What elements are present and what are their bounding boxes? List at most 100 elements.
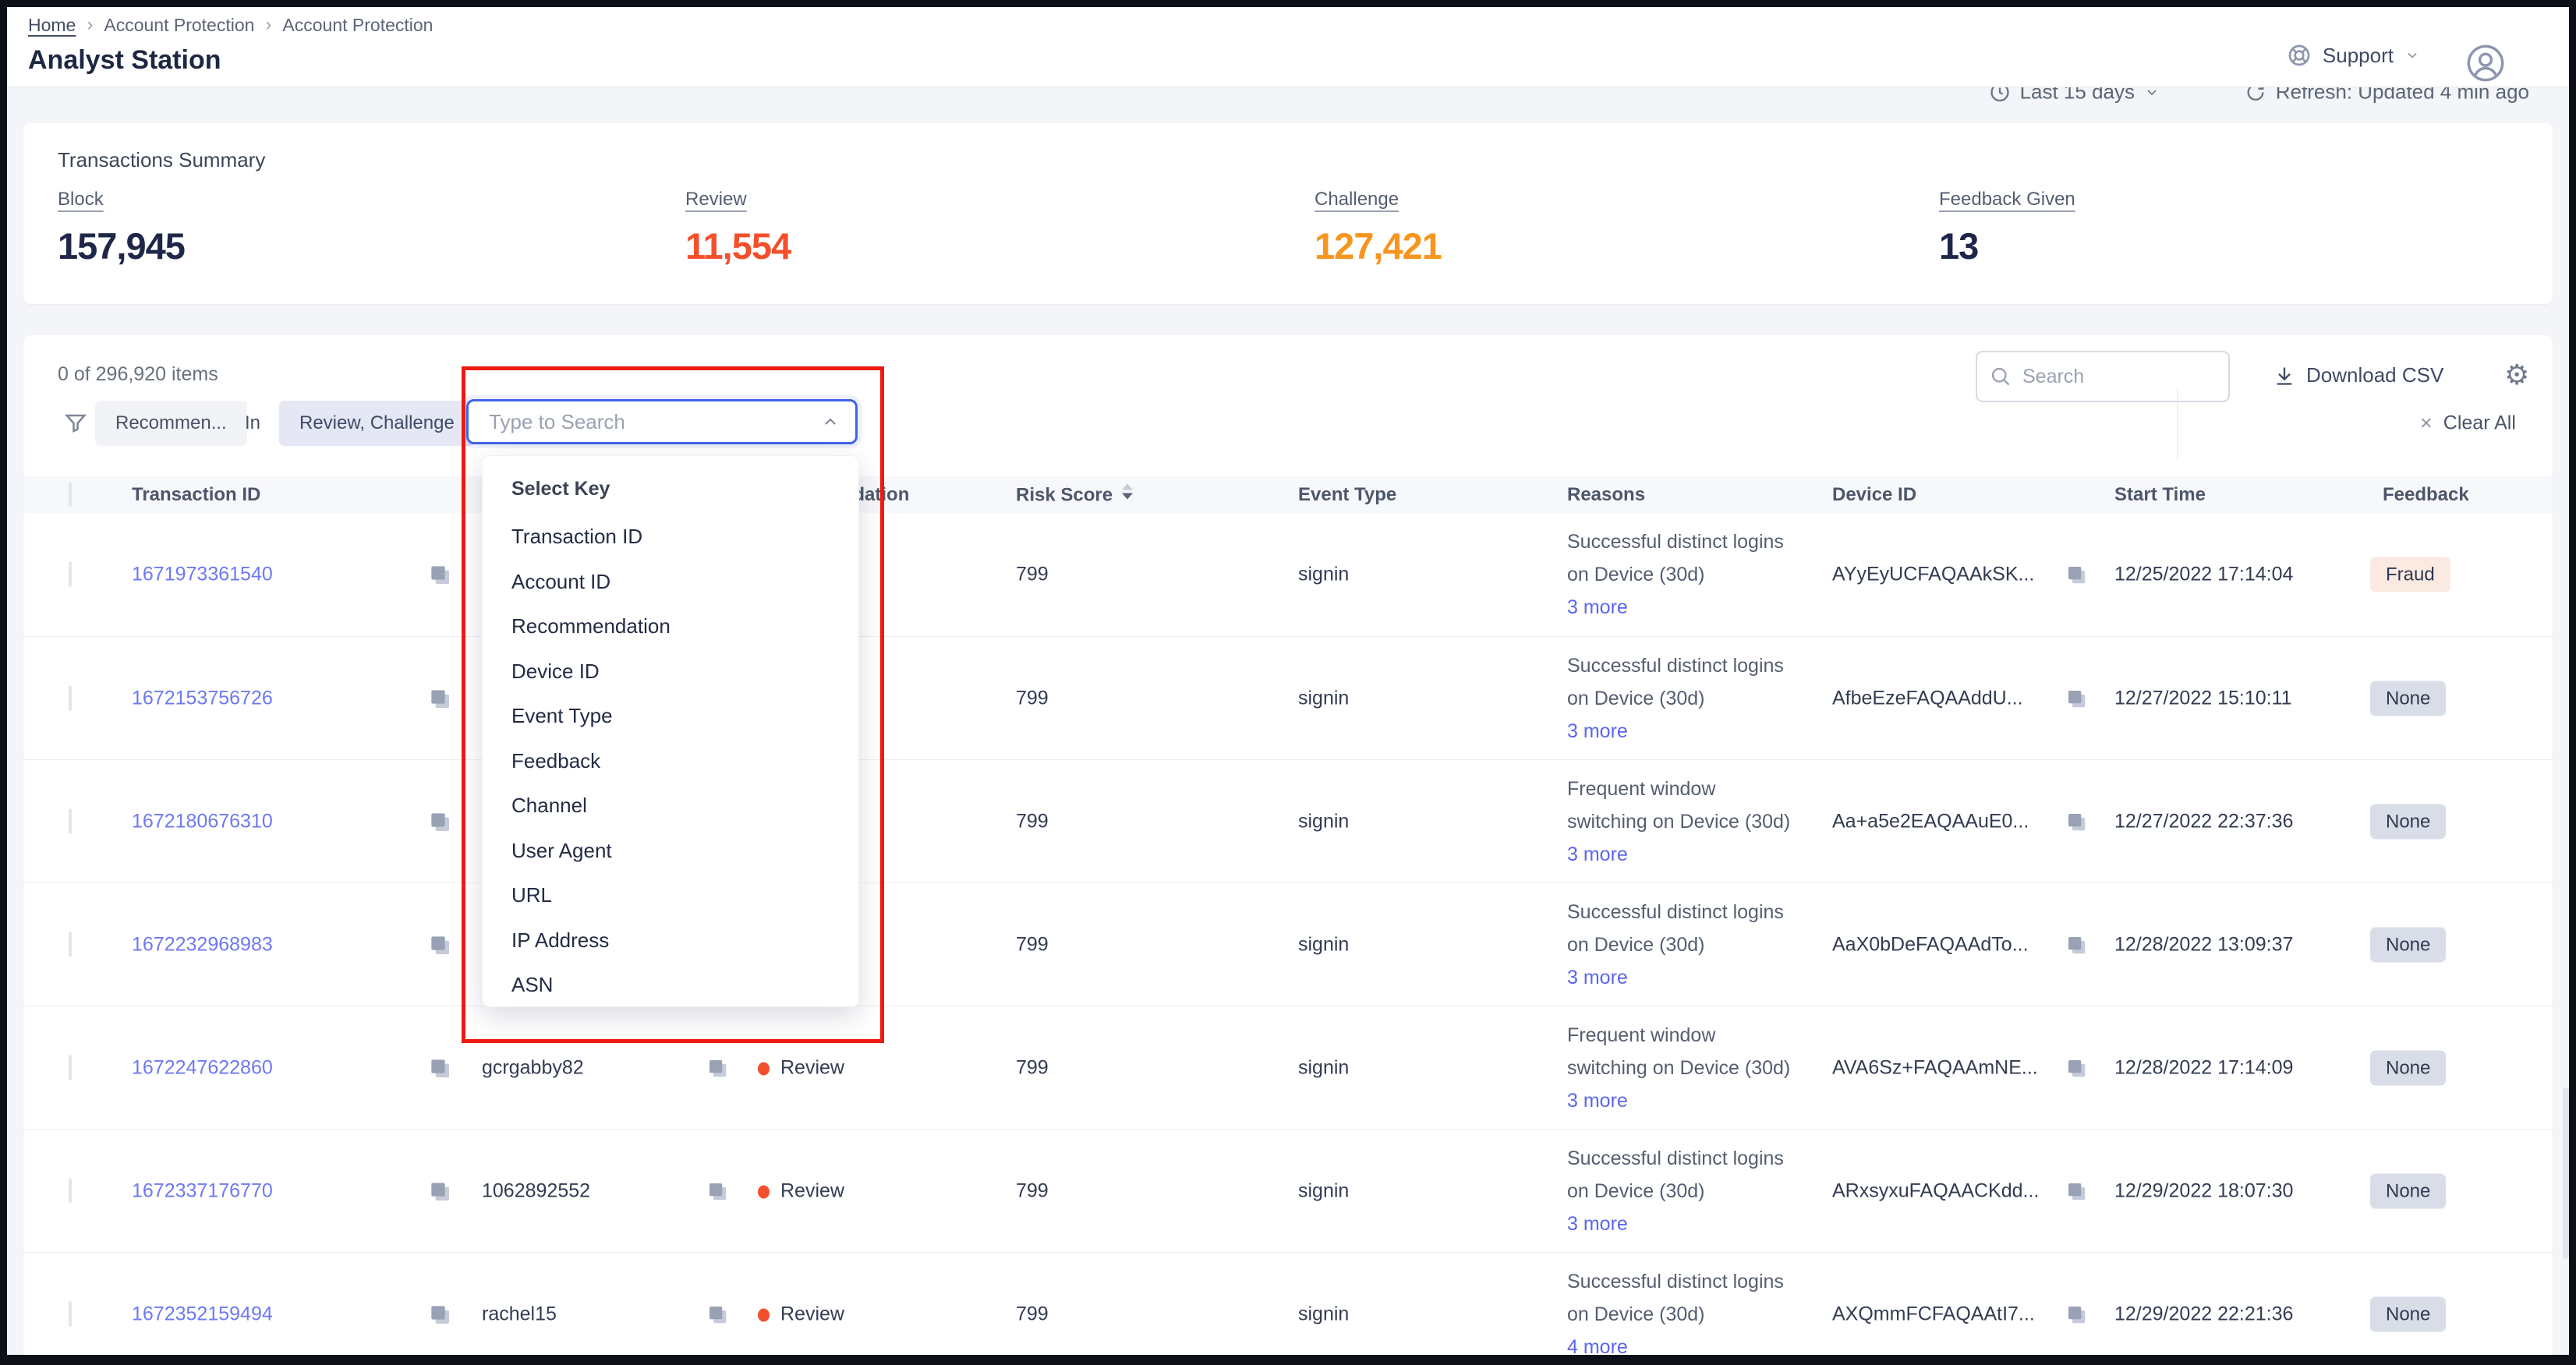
more-reasons-link[interactable]: 3 more — [1567, 1084, 1790, 1117]
option-device-id[interactable]: Device ID — [511, 660, 600, 684]
option-event-type[interactable]: Event Type — [511, 704, 613, 728]
copy-icon[interactable] — [2065, 810, 2088, 833]
table-row: 1672153756726 799 signin Successful dist… — [23, 636, 2553, 759]
row-checkbox[interactable] — [69, 1303, 72, 1325]
table-row: 1672180676310 799 signin Frequent window… — [23, 759, 2553, 882]
option-feedback[interactable]: Feedback — [511, 749, 600, 773]
breadcrumb-item: Account Protection — [282, 15, 433, 36]
row-checkbox[interactable] — [69, 933, 72, 956]
stat-block-value: 157,945 — [58, 225, 185, 267]
sort-icon[interactable] — [1122, 483, 1133, 499]
transaction-id-link[interactable]: 1671973361540 — [132, 564, 273, 586]
download-csv-button[interactable]: Download CSV — [2273, 363, 2443, 387]
col-risk-score[interactable]: Risk Score — [1016, 483, 1133, 506]
copy-icon[interactable] — [2065, 1179, 2088, 1203]
stat-challenge-label[interactable]: Challenge — [1315, 189, 1399, 210]
copy-icon[interactable] — [427, 932, 452, 957]
user-avatar[interactable] — [2465, 43, 2506, 83]
row-checkbox[interactable] — [69, 564, 72, 586]
items-count: 0 of 296,920 items — [58, 363, 218, 386]
breadcrumb-home-link[interactable]: Home — [28, 15, 76, 36]
copy-icon[interactable] — [706, 1056, 729, 1080]
copy-icon[interactable] — [706, 1179, 729, 1203]
start-time: 12/25/2022 17:14:04 — [2114, 564, 2293, 586]
copy-icon[interactable] — [427, 809, 452, 834]
filter-operator[interactable]: In — [245, 412, 260, 434]
support-menu[interactable]: Support — [2287, 43, 2420, 68]
gear-icon[interactable]: ⚙ — [2504, 359, 2529, 391]
option-transaction-id[interactable]: Transaction ID — [511, 525, 642, 549]
stat-feedback-given-value: 13 — [1939, 225, 2075, 267]
stat-block-label[interactable]: Block — [58, 189, 104, 210]
reasons: Successful distinct loginson Device (30d… — [1567, 1265, 1784, 1363]
col-feedback: Feedback — [2383, 484, 2469, 506]
option-ip-address[interactable]: IP Address — [511, 928, 609, 953]
col-device-id: Device ID — [1832, 484, 1916, 506]
copy-icon[interactable] — [427, 1056, 452, 1080]
chevron-up-icon[interactable] — [821, 412, 840, 431]
stat-review: Review 11,554 — [685, 189, 791, 267]
filter-value-chip[interactable]: Review, Challenge — [279, 401, 475, 446]
event-type: signin — [1298, 933, 1349, 956]
search-icon — [1990, 366, 2012, 387]
table-row: 1672352159494 rachel15 Review 799 signin… — [23, 1252, 2553, 1365]
more-reasons-link[interactable]: 3 more — [1567, 591, 1784, 624]
key-select-combobox[interactable] — [466, 399, 858, 444]
risk-score: 799 — [1016, 1056, 1049, 1079]
copy-icon[interactable] — [2065, 1056, 2088, 1080]
copy-icon[interactable] — [427, 562, 452, 587]
select-all-checkbox[interactable] — [69, 484, 72, 506]
key-select-dropdown: Select Key Transaction ID Account ID Rec… — [482, 455, 859, 1007]
stat-review-label[interactable]: Review — [685, 189, 747, 210]
more-reasons-link[interactable]: 3 more — [1567, 715, 1784, 748]
event-type: signin — [1298, 687, 1349, 709]
transaction-id-link[interactable]: 1672352159494 — [132, 1303, 273, 1325]
option-user-agent[interactable]: User Agent — [511, 839, 612, 863]
row-checkbox[interactable] — [69, 1056, 72, 1079]
option-url[interactable]: URL — [511, 883, 552, 907]
risk-score: 799 — [1016, 564, 1049, 586]
transaction-id-link[interactable]: 1672232968983 — [132, 933, 273, 956]
row-checkbox[interactable] — [69, 687, 72, 709]
transaction-id-link[interactable]: 1672180676310 — [132, 810, 273, 833]
filter-field-chip[interactable]: Recommen... — [95, 401, 247, 446]
option-recommendation[interactable]: Recommendation — [511, 614, 671, 638]
breadcrumb-item[interactable]: Account Protection — [104, 15, 254, 36]
transaction-id-link[interactable]: 1672153756726 — [132, 687, 273, 709]
copy-icon[interactable] — [2065, 933, 2088, 957]
stat-challenge-value: 127,421 — [1315, 225, 1442, 267]
chevron-right-icon: › — [87, 14, 93, 36]
stat-feedback-given-label[interactable]: Feedback Given — [1939, 189, 2075, 210]
option-account-id[interactable]: Account ID — [511, 570, 610, 594]
device-id: AXQmmFCFAQAAtI7... — [1832, 1303, 2035, 1325]
copy-icon[interactable] — [427, 1179, 452, 1204]
copy-icon[interactable] — [706, 1303, 729, 1326]
row-checkbox[interactable] — [69, 810, 72, 833]
key-search-input[interactable] — [487, 409, 821, 435]
col-reasons: Reasons — [1567, 484, 1645, 506]
more-reasons-link[interactable]: 3 more — [1567, 961, 1784, 994]
copy-icon[interactable] — [2065, 1303, 2088, 1326]
breadcrumb: Home › Account Protection › Account Prot… — [28, 14, 433, 36]
copy-icon[interactable] — [427, 686, 452, 711]
row-checkbox[interactable] — [69, 1179, 72, 1202]
risk-score: 799 — [1016, 687, 1049, 709]
event-type: signin — [1298, 1303, 1349, 1325]
reasons: Successful distinct loginson Device (30d… — [1567, 649, 1784, 748]
start-time: 12/29/2022 18:07:30 — [2114, 1179, 2293, 1202]
scrollbar-thumb[interactable] — [2563, 1087, 2569, 1259]
reasons: Frequent windowswitching on Device (30d)… — [1567, 773, 1790, 871]
copy-icon[interactable] — [2065, 563, 2088, 586]
option-asn[interactable]: ASN — [511, 973, 553, 997]
transaction-id-link[interactable]: 1672247622860 — [132, 1056, 273, 1079]
transaction-id-link[interactable]: 1672337176770 — [132, 1179, 273, 1202]
more-reasons-link[interactable]: 3 more — [1567, 1208, 1784, 1240]
copy-icon[interactable] — [2065, 687, 2088, 710]
copy-icon[interactable] — [427, 1302, 452, 1327]
table-search[interactable] — [1976, 351, 2230, 402]
clear-all-button[interactable]: × Clear All — [2420, 412, 2516, 436]
more-reasons-link[interactable]: 3 more — [1567, 838, 1790, 871]
option-channel[interactable]: Channel — [511, 794, 587, 818]
more-reasons-link[interactable]: 4 more — [1567, 1331, 1784, 1363]
search-input[interactable] — [2021, 365, 2200, 389]
